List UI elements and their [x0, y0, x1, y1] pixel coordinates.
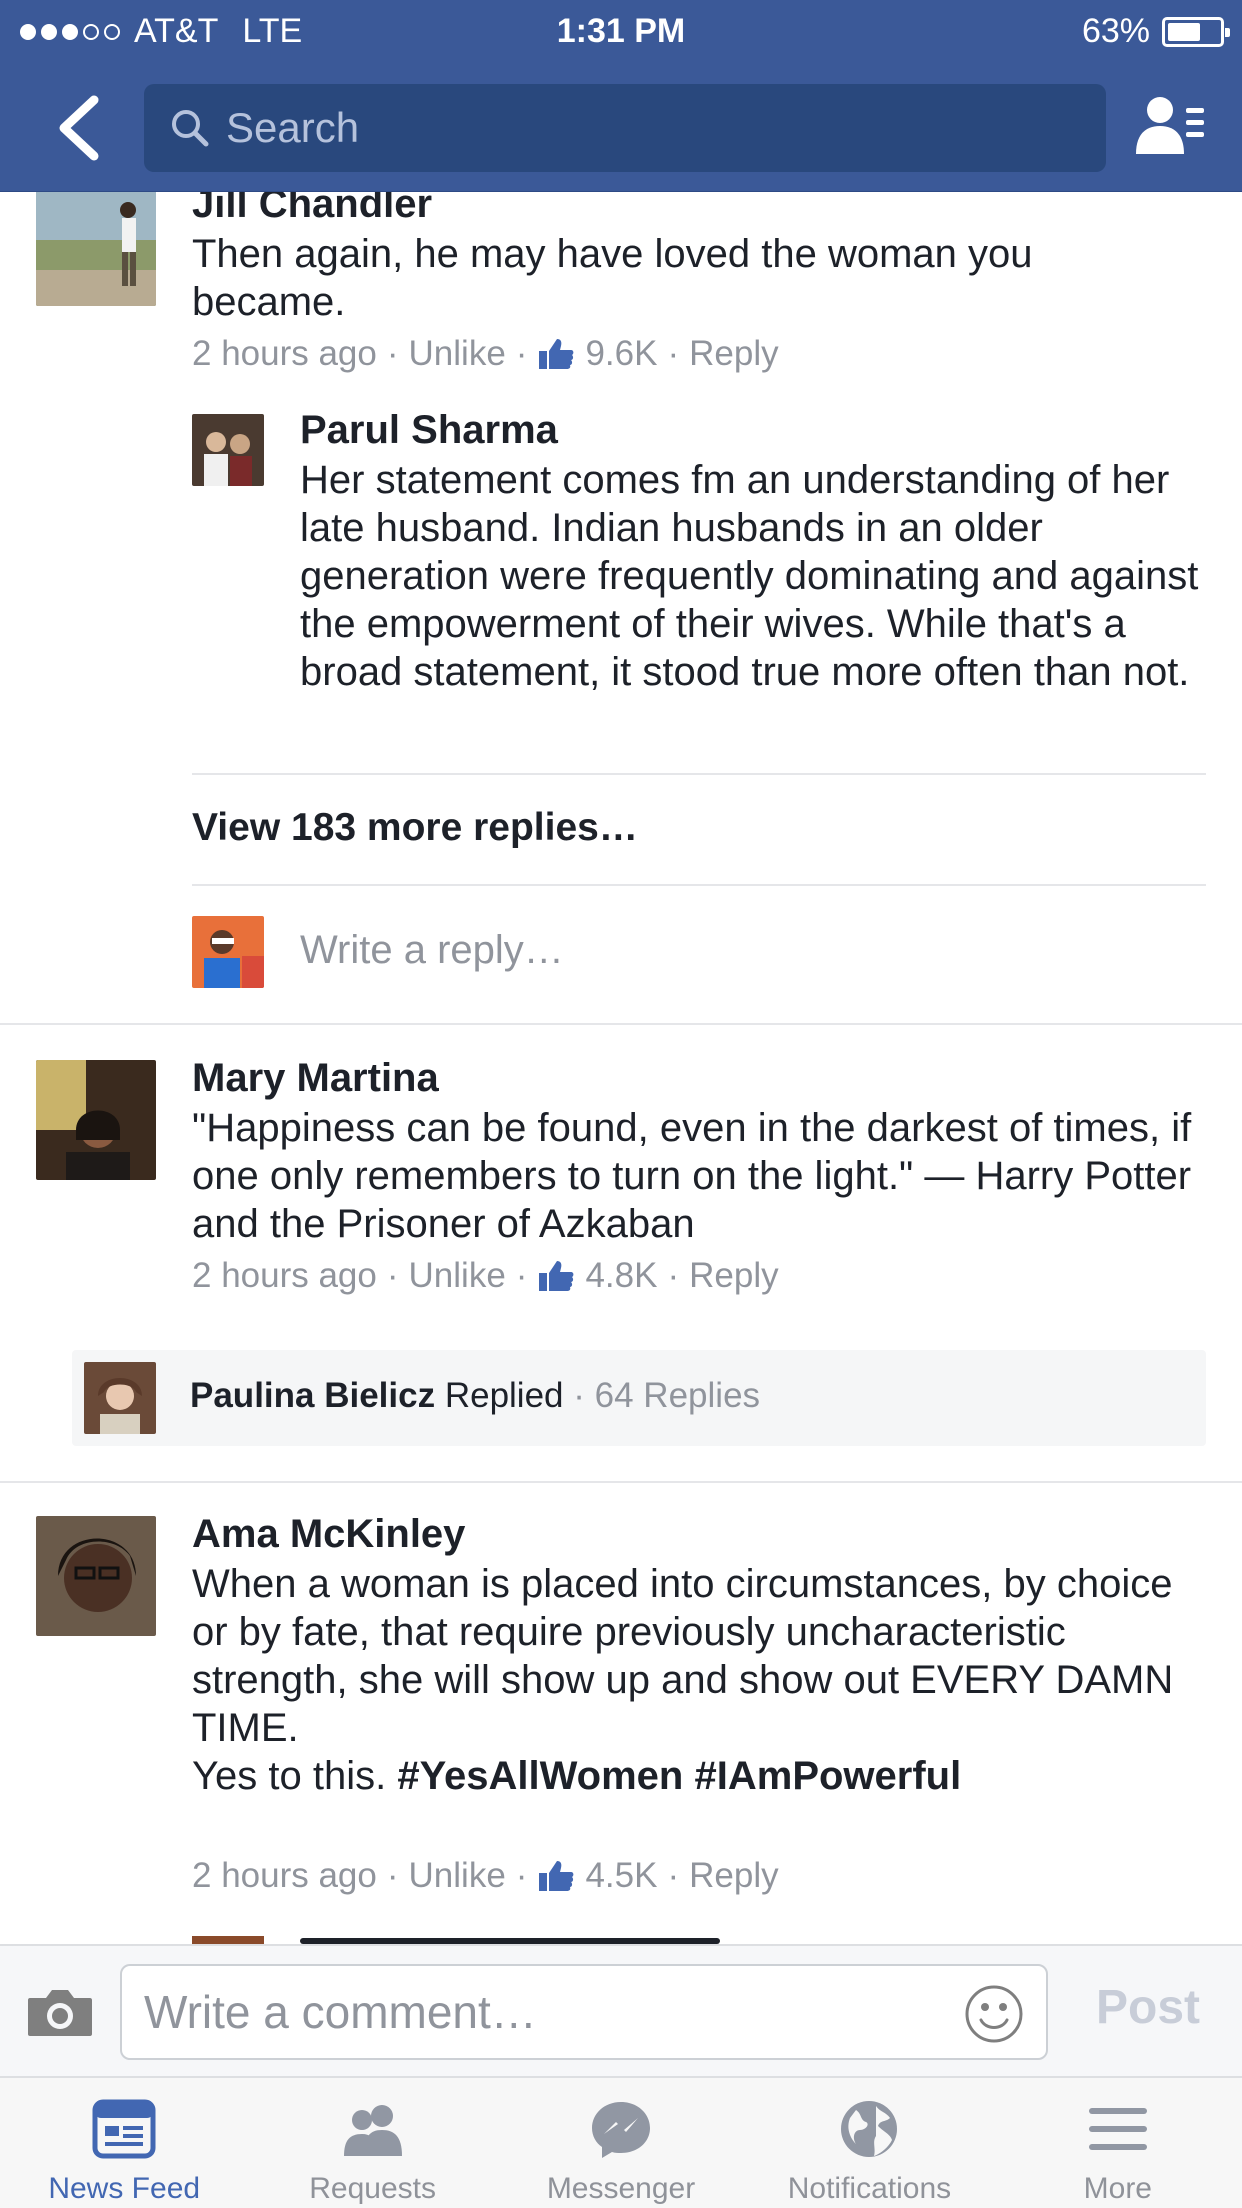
- unlike-link[interactable]: Unlike: [409, 1256, 506, 1296]
- battery-icon: [1162, 16, 1230, 47]
- comment-text-prefix: Yes to this.: [192, 1754, 387, 1798]
- avatar: [192, 916, 264, 988]
- reply-link[interactable]: Reply: [689, 1856, 778, 1896]
- nav-bar: Search: [0, 62, 1242, 192]
- menu-icon: [1088, 2108, 1147, 2150]
- tab-label: Messenger: [546, 2172, 696, 2205]
- camera-icon[interactable]: [26, 1986, 94, 2038]
- comment-author[interactable]: Mary Martina: [192, 1056, 439, 1101]
- comment-author[interactable]: Ama McKinley: [192, 1512, 465, 1557]
- reply-link[interactable]: Reply: [689, 334, 778, 374]
- avatar[interactable]: [36, 192, 156, 306]
- tab-bar: News Feed Requests Messenger Notificatio…: [0, 2076, 1242, 2208]
- tab-label: Notifications: [787, 2172, 952, 2205]
- status-bar: AT&T LTE 1:31 PM 63%: [0, 0, 1242, 62]
- battery-percent: 63%: [1081, 12, 1150, 50]
- replied-count: 64 Replies: [594, 1376, 761, 1415]
- tab-notifications[interactable]: Notifications: [745, 2078, 993, 2208]
- globe-icon: [841, 2101, 898, 2157]
- avatar[interactable]: [192, 414, 264, 486]
- search-placeholder: Search: [226, 104, 360, 151]
- like-icon: [539, 1261, 574, 1291]
- emoji-icon[interactable]: [964, 1984, 1024, 2044]
- news-feed-icon: [92, 2099, 156, 2159]
- reply-link[interactable]: Reply: [689, 1256, 778, 1296]
- comment-composer: Write a comment… Post: [0, 1944, 1242, 2076]
- tab-label: Requests: [309, 2172, 436, 2205]
- status-right: 63%: [1081, 12, 1230, 51]
- avatar[interactable]: [36, 1060, 156, 1180]
- comment-time: 2 hours ago: [192, 1856, 377, 1895]
- search-input[interactable]: Search: [144, 84, 1106, 172]
- comment-time: 2 hours ago: [192, 334, 377, 373]
- reply-text: Her statement comes fm an understanding …: [300, 458, 1199, 694]
- comment-text: "Happiness can be found, even in the dar…: [192, 1106, 1192, 1246]
- requests-icon: [343, 2105, 402, 2156]
- chevron-left-icon[interactable]: [50, 92, 110, 164]
- avatar: [84, 1362, 156, 1434]
- comment-placeholder: Write a comment…: [144, 1986, 537, 2038]
- avatar[interactable]: [36, 1516, 156, 1636]
- search-icon: [172, 110, 209, 147]
- replied-summary[interactable]: Paulina Bielicz Replied · 64 Replies: [72, 1350, 1206, 1446]
- tab-more[interactable]: More: [994, 2078, 1242, 2208]
- tab-label: News Feed: [48, 2172, 201, 2205]
- comment-author[interactable]: Jill Chandler: [192, 192, 432, 227]
- divider: [192, 884, 1206, 886]
- messenger-icon: [592, 2102, 651, 2158]
- clock: 1:31 PM: [556, 12, 686, 50]
- comment-time: 2 hours ago: [192, 1256, 377, 1295]
- post-button[interactable]: Post: [1096, 1980, 1200, 2035]
- comment-text: Then again, he may have loved the woman …: [192, 232, 1033, 324]
- hashtag-link[interactable]: #IAmPowerful: [695, 1754, 962, 1798]
- friend-list-icon[interactable]: [1134, 94, 1206, 158]
- like-icon: [539, 339, 574, 369]
- hashtag-link[interactable]: #YesAllWomen: [397, 1754, 683, 1798]
- divider: [0, 1023, 1242, 1025]
- comment-text: When a woman is placed into circumstance…: [192, 1562, 1174, 1750]
- tab-label: More: [1083, 2172, 1152, 2205]
- view-more-replies-link[interactable]: View 183 more replies…: [192, 806, 638, 850]
- like-count[interactable]: 4.8K: [585, 1256, 657, 1296]
- like-count[interactable]: 4.5K: [585, 1856, 657, 1896]
- tab-messenger[interactable]: Messenger: [497, 2078, 745, 2208]
- tab-news-feed[interactable]: News Feed: [0, 2078, 248, 2208]
- replied-action: Replied: [444, 1376, 564, 1415]
- comment-meta: 2 hours ago · Unlike · 9.6K · Reply: [192, 334, 779, 374]
- divider: [192, 773, 1206, 775]
- comment-meta: 2 hours ago · Unlike · 4.5K · Reply: [192, 1856, 779, 1896]
- comment-meta: 2 hours ago · Unlike · 4.8K · Reply: [192, 1256, 779, 1296]
- comment-input[interactable]: Write a comment…: [120, 1964, 1048, 2060]
- comments-feed: Jill Chandler Then again, he may have lo…: [0, 192, 1242, 1944]
- reply-author[interactable]: Parul Sharma: [300, 408, 558, 453]
- divider: [0, 1481, 1242, 1483]
- replied-summary-text: Paulina Bielicz Replied · 64 Replies: [190, 1376, 761, 1415]
- write-reply-input[interactable]: Write a reply…: [300, 928, 564, 973]
- comment-text-line: Yes to this. #YesAllWomen #IAmPowerful: [192, 1752, 1202, 1800]
- unlike-link[interactable]: Unlike: [409, 1856, 506, 1896]
- like-count[interactable]: 9.6K: [585, 334, 657, 374]
- replied-author: Paulina Bielicz: [190, 1376, 436, 1415]
- unlike-link[interactable]: Unlike: [409, 334, 506, 374]
- tab-requests[interactable]: Requests: [248, 2078, 496, 2208]
- like-icon: [539, 1861, 574, 1891]
- avatar: [192, 1936, 264, 1944]
